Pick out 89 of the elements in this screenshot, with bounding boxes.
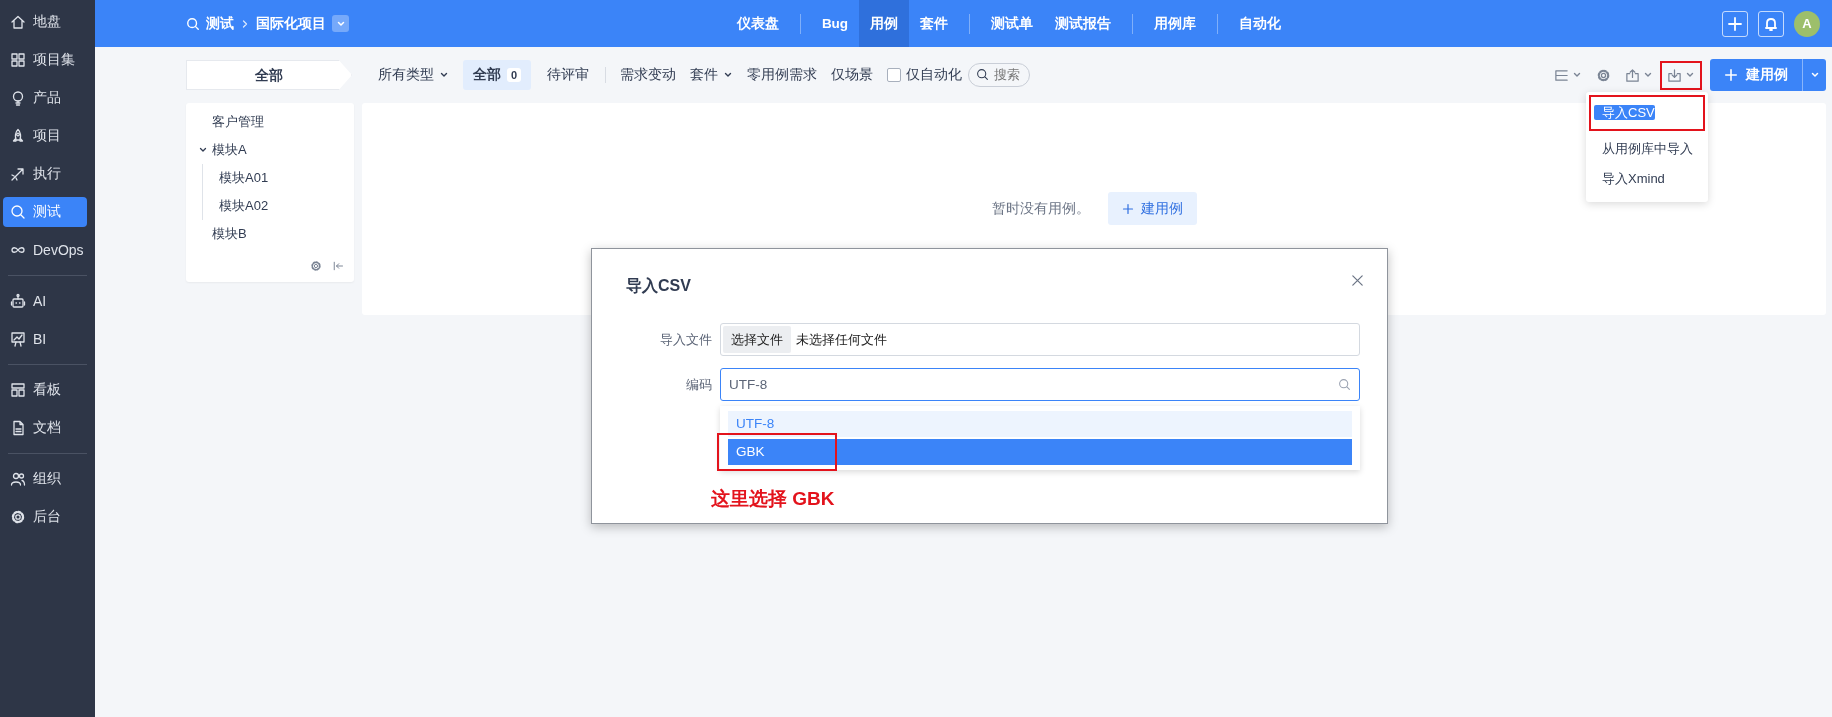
home-icon xyxy=(10,14,26,30)
arrow-icon xyxy=(10,166,26,182)
nav-tab[interactable]: 测试报告 xyxy=(1044,0,1123,47)
nav-tab[interactable]: 用例库 xyxy=(1143,0,1208,47)
add-button[interactable] xyxy=(1722,10,1748,37)
search-icon xyxy=(1338,378,1351,391)
sidebar-item[interactable]: 产品 xyxy=(3,83,87,113)
search-icon xyxy=(976,68,990,81)
choose-file-button[interactable]: 选择文件 xyxy=(723,326,791,353)
checkbox-label: 仅自动化 xyxy=(906,66,963,84)
nav-tab[interactable]: Bug xyxy=(810,0,860,47)
lightbulb-icon xyxy=(10,90,26,106)
nav-tab[interactable]: 套件 xyxy=(909,0,960,47)
dropdown-option[interactable]: GBK xyxy=(728,439,1352,465)
sidebar-item[interactable]: BI xyxy=(3,324,87,354)
search-field[interactable]: 搜索 xyxy=(968,63,1031,87)
tree-item[interactable]: 模块B xyxy=(212,225,247,243)
tab-label: 待评审 xyxy=(547,66,590,84)
list-icon xyxy=(1554,67,1569,83)
menu-item[interactable]: 从用例库中导入 xyxy=(1594,141,1693,156)
close-icon[interactable] xyxy=(1350,273,1365,288)
filter-link[interactable]: 仅场景 xyxy=(831,66,874,84)
tab-label: 全部 xyxy=(473,66,501,84)
chevron-right-icon xyxy=(240,18,250,29)
rocket-icon xyxy=(10,128,26,144)
project-dropdown-button[interactable] xyxy=(332,15,349,32)
sidebar-item[interactable]: 文档 xyxy=(3,413,87,443)
checkbox[interactable] xyxy=(887,68,902,82)
collapse-icon[interactable] xyxy=(332,260,344,272)
nav-tab[interactable]: 测试单 xyxy=(980,0,1045,47)
breadcrumb-link[interactable]: 测试 xyxy=(206,14,234,33)
create-case-button[interactable]: 建用例 xyxy=(1107,192,1197,225)
grid-icon xyxy=(10,52,26,68)
nav-tab[interactable]: 仪表盘 xyxy=(725,0,790,47)
sidebar-item[interactable]: 地盘 xyxy=(3,7,87,37)
sidebar-item[interactable]: 看板 xyxy=(3,375,87,405)
create-dropdown-button[interactable] xyxy=(1802,59,1826,91)
document-icon xyxy=(10,420,26,436)
search-icon xyxy=(186,16,200,31)
count-badge: 0 xyxy=(507,68,522,82)
sidebar-item[interactable]: 项目 xyxy=(3,121,87,151)
robot-icon xyxy=(10,293,26,309)
tree-item[interactable]: 模块A xyxy=(212,141,247,159)
tree-item[interactable]: 模块A01 xyxy=(219,169,269,187)
sidebar-item[interactable]: 测试 xyxy=(3,197,87,227)
filter-dropdown[interactable]: 套件 xyxy=(690,66,734,84)
plus-icon xyxy=(1727,15,1743,32)
filter-link[interactable]: 需求变动 xyxy=(620,66,677,84)
caret-icon xyxy=(1809,70,1820,80)
tree-item[interactable]: 客户管理 xyxy=(212,113,264,131)
encoding-select[interactable]: UTF-8 xyxy=(720,368,1360,401)
filter-tab[interactable]: 全部 0 xyxy=(463,60,532,90)
sidebar-item[interactable]: 项目集 xyxy=(3,45,87,75)
export-icon xyxy=(1625,67,1640,83)
menu-item[interactable]: 导入CSV xyxy=(1594,105,1655,120)
annotation-text: 这里选择 GBK xyxy=(711,487,835,511)
filter-link[interactable]: 零用例需求 xyxy=(747,66,818,84)
dialog-title: 导入CSV xyxy=(626,277,691,294)
menu-item[interactable]: 导入Xmind xyxy=(1594,171,1665,186)
field-label: 导入文件 xyxy=(659,330,712,349)
plus-icon xyxy=(1121,202,1134,215)
sidebar-item[interactable]: 执行 xyxy=(3,159,87,189)
file-input[interactable]: 选择文件 未选择任何文件 xyxy=(720,323,1360,356)
breadcrumb-link[interactable]: 国际化项目 xyxy=(256,14,326,33)
sidebar-item[interactable]: DevOps xyxy=(3,235,87,265)
sidebar-item[interactable]: 后台 xyxy=(3,502,87,532)
type-filter-dropdown[interactable]: 所有类型 xyxy=(378,66,449,84)
bell-icon xyxy=(1763,15,1779,32)
users-icon xyxy=(10,471,26,487)
file-status: 未选择任何文件 xyxy=(796,330,887,349)
nav-tab[interactable]: 用例 xyxy=(859,0,910,47)
filter-tab[interactable]: 待评审 xyxy=(537,60,600,90)
settings-icon xyxy=(1596,67,1611,83)
plus-icon xyxy=(1724,68,1738,82)
scope-selector[interactable]: 全部 xyxy=(186,60,352,90)
import-icon xyxy=(1667,67,1682,83)
settings-icon[interactable] xyxy=(310,260,322,272)
tree-item[interactable]: 模块A02 xyxy=(219,197,269,215)
search-icon xyxy=(10,204,26,220)
empty-message: 暂时没有用例。 xyxy=(991,200,1090,218)
field-label: 编码 xyxy=(685,375,712,394)
sidebar-item[interactable]: AI xyxy=(3,286,87,316)
chart-board-icon xyxy=(10,331,26,347)
board-icon xyxy=(10,382,26,398)
nav-tab[interactable]: 自动化 xyxy=(1228,0,1293,47)
sidebar-item[interactable]: 组织 xyxy=(3,464,87,494)
notification-button[interactable] xyxy=(1758,10,1784,37)
create-case-button[interactable]: 建用例 xyxy=(1710,59,1802,91)
settings-icon xyxy=(10,509,26,525)
